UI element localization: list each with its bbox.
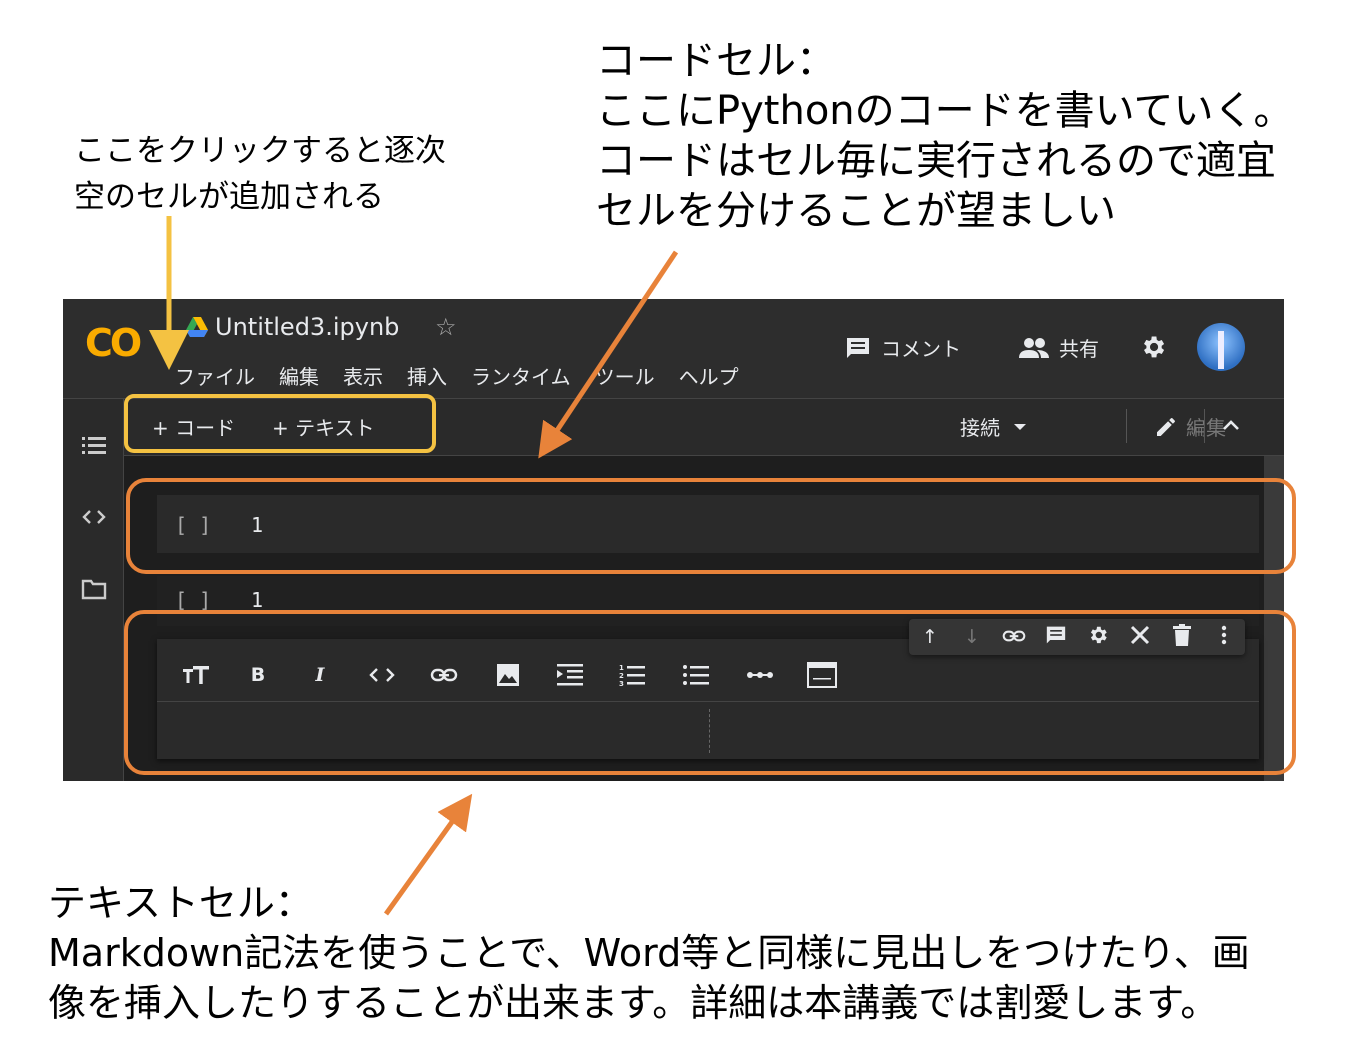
menu-runtime[interactable]: ランタイム (471, 361, 571, 390)
code-icon[interactable] (367, 661, 397, 689)
comment-icon[interactable] (1043, 625, 1069, 650)
line-number: 1 (251, 588, 264, 612)
add-text-button[interactable]: + テキスト (272, 412, 375, 441)
share-button[interactable]: 共有 (1019, 333, 1099, 362)
run-cell-button[interactable]: [ ] (175, 588, 211, 612)
settings-icon[interactable] (1085, 624, 1111, 651)
annotation-text-cell: テキストセル： Markdown記法を使うことで、Word等と同様に見出しをつけ… (48, 881, 1250, 1025)
svg-text:2: 2 (619, 672, 624, 680)
edit-label: 編集 (1186, 416, 1226, 440)
drive-icon (186, 317, 208, 337)
gear-icon (1144, 336, 1165, 358)
cell-action-toolbar: ↑ ↓ (909, 619, 1245, 655)
comment-icon (847, 337, 869, 358)
code-snippets-icon[interactable] (81, 505, 107, 529)
menu-help[interactable]: ヘルプ (679, 361, 739, 390)
comment-label: コメント (881, 337, 961, 361)
collapse-header-button[interactable] (1222, 412, 1240, 436)
numbered-list-icon[interactable]: 123 (617, 661, 647, 689)
colab-logo[interactable]: CO (85, 321, 142, 365)
menu-insert[interactable]: 挿入 (407, 361, 447, 390)
toolbar-divider (1126, 409, 1127, 443)
share-label: 共有 (1059, 337, 1099, 361)
horizontal-rule-icon[interactable] (745, 661, 775, 689)
folder-icon[interactable] (81, 577, 107, 601)
title-size-icon[interactable] (181, 661, 211, 689)
indent-icon[interactable] (555, 661, 585, 689)
annotation-code-cell: コードセル： ここにPythonのコードを書いていく。 コードはセル毎に実行され… (596, 38, 1294, 234)
menu-file[interactable]: ファイル (175, 361, 255, 390)
menu-view[interactable]: 表示 (343, 361, 383, 390)
avatar[interactable] (1197, 323, 1245, 371)
connect-label: 接続 (960, 416, 1000, 440)
pencil-icon (1157, 417, 1175, 436)
italic-icon[interactable]: I (305, 661, 335, 689)
preview-icon[interactable] (807, 661, 837, 689)
comment-button[interactable]: コメント (845, 333, 961, 362)
editor-icon[interactable] (1127, 624, 1153, 651)
star-icon[interactable]: ☆ (435, 313, 457, 341)
link-icon[interactable] (1001, 626, 1027, 648)
run-cell-button[interactable]: [ ] (175, 513, 211, 537)
bullet-list-icon[interactable] (681, 661, 711, 689)
notebook-toolbar: + コード + テキスト 接続 編集 (124, 399, 1284, 456)
markdown-toolbar: B I 123 (157, 647, 1259, 702)
table-of-contents-icon[interactable] (81, 433, 107, 457)
dropdown-arrow-icon (1014, 423, 1026, 430)
left-sidebar (63, 399, 124, 781)
text-cell[interactable]: B I 123 (157, 639, 1259, 759)
toolbar-divider (1204, 409, 1205, 443)
bold-icon[interactable]: B (243, 661, 273, 689)
menu-edit[interactable]: 編集 (279, 361, 319, 390)
connect-button[interactable]: 接続 (960, 412, 1026, 441)
edit-button[interactable]: 編集 (1154, 412, 1226, 441)
line-number: 1 (251, 513, 264, 537)
colab-window: CO Untitled3.ipynb ☆ ファイル 編集 表示 挿入 ランタイム… (63, 299, 1284, 781)
more-icon[interactable] (1211, 625, 1237, 650)
menu-tools[interactable]: ツール (595, 361, 655, 390)
menu-bar: ファイル 編集 表示 挿入 ランタイム ツール ヘルプ (175, 361, 739, 390)
code-cell[interactable]: [ ] 1 (157, 495, 1259, 553)
svg-text:3: 3 (619, 680, 624, 687)
chevron-up-icon (1223, 420, 1239, 430)
move-down-icon[interactable]: ↓ (959, 626, 985, 648)
link-icon[interactable] (429, 661, 459, 689)
editor-preview-divider (709, 709, 710, 753)
svg-text:1: 1 (619, 664, 624, 672)
image-icon[interactable] (493, 661, 523, 689)
settings-button[interactable] (1139, 333, 1167, 361)
scrollbar[interactable] (1264, 456, 1284, 781)
move-up-icon[interactable]: ↑ (917, 626, 943, 648)
notebook-title[interactable]: Untitled3.ipynb (215, 313, 399, 341)
annotation-add-cell: ここをクリックすると逐次 空のセルが追加される (74, 133, 446, 215)
add-code-button[interactable]: + コード (152, 412, 235, 441)
header: CO Untitled3.ipynb ☆ ファイル 編集 表示 挿入 ランタイム… (63, 299, 1284, 399)
people-icon (1019, 337, 1049, 358)
delete-icon[interactable] (1169, 623, 1195, 651)
